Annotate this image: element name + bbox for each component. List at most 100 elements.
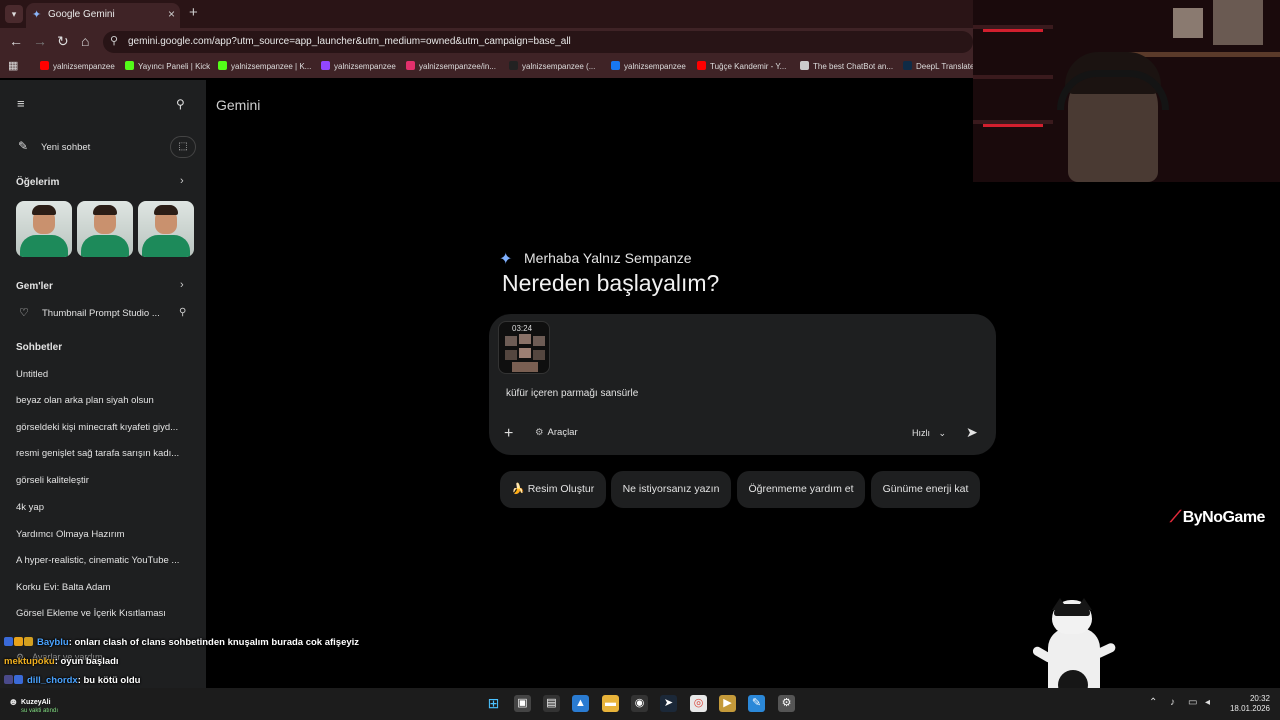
prompt-input[interactable]: küfür içeren parmağı sansürle [506, 388, 638, 399]
file-explorer-icon[interactable]: ▬ [602, 695, 619, 712]
chevron-down-icon: ⌄ [938, 428, 947, 438]
bookmark-item[interactable]: Yayıncı Paneli | Kick [125, 61, 210, 71]
volume-icon[interactable]: ◂ [1205, 697, 1210, 708]
bookmark-item[interactable]: Tuğçe Kandemir - Y... [697, 61, 786, 71]
tools-button[interactable]: ⚙ Araçlar [535, 427, 578, 438]
user-status-icon: ☻ [8, 697, 19, 708]
photos-icon[interactable]: ▲ [572, 695, 589, 712]
clock-time: 20:32 [1249, 694, 1270, 703]
attached-image[interactable]: 03:24 [498, 321, 550, 374]
chat-message: Bayblu: onları clash of clans sohbetinde… [4, 637, 359, 648]
bookmark-item[interactable]: yalnizsempanzee [40, 61, 115, 71]
apps-grid-icon[interactable]: ▦ [8, 59, 18, 72]
tab-title: Google Gemini [48, 9, 115, 20]
chevron-right-icon[interactable]: › [180, 279, 184, 291]
prompt-box[interactable]: 03:24 küfür içeren parmağı sansürle + ⚙ A… [489, 314, 996, 455]
microphone-icon[interactable]: ♪ [1170, 697, 1175, 708]
chatbot-icon [800, 61, 809, 70]
steam-icon[interactable]: ➤ [660, 695, 677, 712]
gem-item-thumbnail-prompt-studio[interactable]: Thumbnail Prompt Studio ... [42, 308, 166, 319]
gem-icon: ♡ [19, 307, 29, 319]
item-thumbnail[interactable] [16, 201, 72, 257]
new-tab-button[interactable]: + [189, 4, 198, 21]
close-tab-icon[interactable]: × [168, 7, 175, 21]
bynogame-logo-icon: ⟋ [1170, 509, 1181, 526]
webcam-overlay [973, 0, 1280, 182]
item-thumbnail[interactable] [77, 201, 133, 257]
chat-item[interactable]: A hyper-realistic, cinematic YouTube ... [16, 555, 194, 566]
reload-icon[interactable]: ↻ [57, 33, 69, 50]
chat-text: : onları clash of clans sohbetinden knuş… [68, 637, 360, 648]
chip-help-me-learn[interactable]: Öğrenmeme yardım et [737, 471, 865, 508]
gems-title[interactable]: Gem'ler [16, 281, 53, 292]
chat-item[interactable]: resmi genişlet sağ tarafa sarışın kadı..… [16, 448, 194, 459]
bookmark-item[interactable]: yalnizsempanzee (... [509, 61, 595, 71]
system-clock[interactable]: 20:32 18.01.2026 [1226, 694, 1270, 714]
chat-item[interactable]: beyaz olan arka plan siyah olsun [16, 395, 194, 406]
pin-icon[interactable]: ⚲ [179, 307, 186, 318]
tray-overflow-icon[interactable]: ⌃ [1149, 697, 1157, 708]
windows-start-icon[interactable]: ⊞ [485, 695, 502, 712]
chip-write-anything[interactable]: Ne istiyorsanız yazın [611, 471, 731, 508]
chat-badges [4, 675, 24, 686]
chat-username: Bayblu [37, 637, 69, 648]
tiktok-icon [509, 61, 518, 70]
taskbar-user-name: KuzeyAli [21, 699, 51, 706]
chat-item[interactable]: Yardımcı Olmaya Hazırım [16, 529, 194, 540]
temporary-chat-icon[interactable]: ⬚ [170, 136, 196, 158]
bookmark-item[interactable]: yalnizsempanzee [321, 61, 396, 71]
chat-item[interactable]: Untitled [16, 369, 194, 380]
url-text: gemini.google.com/app?utm_source=app_lau… [128, 36, 571, 47]
taskbar-user-widget[interactable]: KuzeyAli su vakti atındı [21, 699, 58, 715]
chat-item[interactable]: 4k yap [16, 502, 194, 513]
chat-message: mektupoku: oyun başladı [4, 656, 119, 667]
obs-icon[interactable]: ◉ [631, 695, 648, 712]
capture-app-icon[interactable]: ▤ [543, 695, 560, 712]
search-icon[interactable]: ⚲ [176, 97, 185, 111]
badge-icon [4, 637, 13, 646]
bookmark-item[interactable]: The best ChatBot an... [800, 61, 893, 71]
chip-boost-my-day[interactable]: Günüme enerji kat [871, 471, 980, 508]
media-app-icon[interactable]: ▶ [719, 695, 736, 712]
item-thumbnail[interactable] [138, 201, 194, 257]
tab-google-gemini[interactable]: ✦ Google Gemini × [26, 3, 180, 28]
chat-item[interactable]: görseli kaliteleştir [16, 475, 194, 486]
settings-icon[interactable]: ⚙ [778, 695, 795, 712]
badge-icon [24, 637, 33, 646]
paint-icon[interactable]: ✎ [748, 695, 765, 712]
chrome-icon[interactable]: ◎ [690, 695, 707, 712]
app-title[interactable]: Gemini [216, 97, 260, 113]
forward-icon[interactable]: → [33, 33, 47, 49]
clock-date: 18.01.2026 [1229, 704, 1270, 713]
network-icon[interactable]: ▭ [1188, 697, 1197, 708]
site-info-icon[interactable]: ⚲ [110, 34, 118, 47]
headline: Nereden başlayalım? [502, 270, 720, 296]
thumbnail-person [20, 235, 68, 257]
facebook-icon [611, 61, 620, 70]
bookmark-item[interactable]: yalnizsempanzee/in... [406, 61, 496, 71]
chat-item[interactable]: görseldeki kişi minecraft kıyafeti giyd.… [16, 422, 194, 433]
attachment-timestamp: 03:24 [512, 324, 533, 333]
thumbnail-hair [93, 205, 117, 215]
tab-search-button[interactable]: ▾ [5, 5, 23, 23]
thumbnail-hair [154, 205, 178, 215]
bookmark-item[interactable]: yalnizsempanzee | K... [218, 61, 311, 71]
chat-item[interactable]: Korku Evi: Balta Adam [16, 582, 194, 593]
task-view-icon[interactable]: ▣ [514, 695, 531, 712]
model-speed-selector[interactable]: Hızlı ⌄ [912, 428, 946, 439]
bookmark-item[interactable]: yalnizsempanzee [611, 61, 686, 71]
send-icon[interactable]: ➤ [966, 424, 978, 441]
bookmark-item[interactable]: DeepL Translate [903, 61, 974, 71]
my-items-title[interactable]: Öğelerim [16, 177, 59, 188]
chat-item[interactable]: Görsel Ekleme ve İçerik Kısıtlaması [16, 608, 194, 619]
taskbar: ☻ KuzeyAli su vakti atındı ⊞ ▣ ▤ ▲ ▬ ◉ ➤… [0, 688, 1280, 720]
address-field[interactable]: ⚲ gemini.google.com/app?utm_source=app_l… [103, 31, 973, 53]
taskbar-user-status: su vakti atındı [21, 708, 59, 714]
menu-icon[interactable]: ≡ [17, 96, 25, 111]
back-icon[interactable]: ← [9, 33, 23, 49]
add-attachment-icon[interactable]: + [504, 425, 513, 443]
webcam-frame [1213, 0, 1263, 45]
chip-create-image[interactable]: 🍌 Resim Oluştur [500, 471, 606, 508]
chevron-right-icon[interactable]: › [180, 175, 184, 187]
home-icon[interactable]: ⌂ [81, 33, 89, 49]
